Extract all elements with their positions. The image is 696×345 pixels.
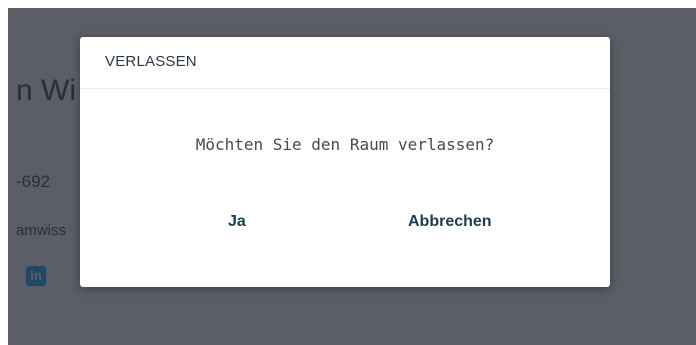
dialog-message: Möchten Sie den Raum verlassen? <box>195 135 495 154</box>
dialog-header: VERLASSEN <box>80 37 610 89</box>
leave-room-dialog: VERLASSEN Möchten Sie den Raum verlassen… <box>80 37 610 287</box>
linkedin-icon: in <box>26 266 46 286</box>
dialog-actions: Ja Abbrechen <box>80 213 610 243</box>
confirm-button[interactable]: Ja <box>228 213 246 231</box>
background-email: amwiss <box>16 222 67 239</box>
screen: n Wi -692 amwiss in VERLASSEN Möchten Si… <box>0 0 696 345</box>
background-profile-name: n Wi <box>16 74 76 107</box>
background-phone-number: -692 <box>16 172 51 191</box>
cancel-button[interactable]: Abbrechen <box>408 213 492 231</box>
dialog-title: VERLASSEN <box>105 53 197 70</box>
